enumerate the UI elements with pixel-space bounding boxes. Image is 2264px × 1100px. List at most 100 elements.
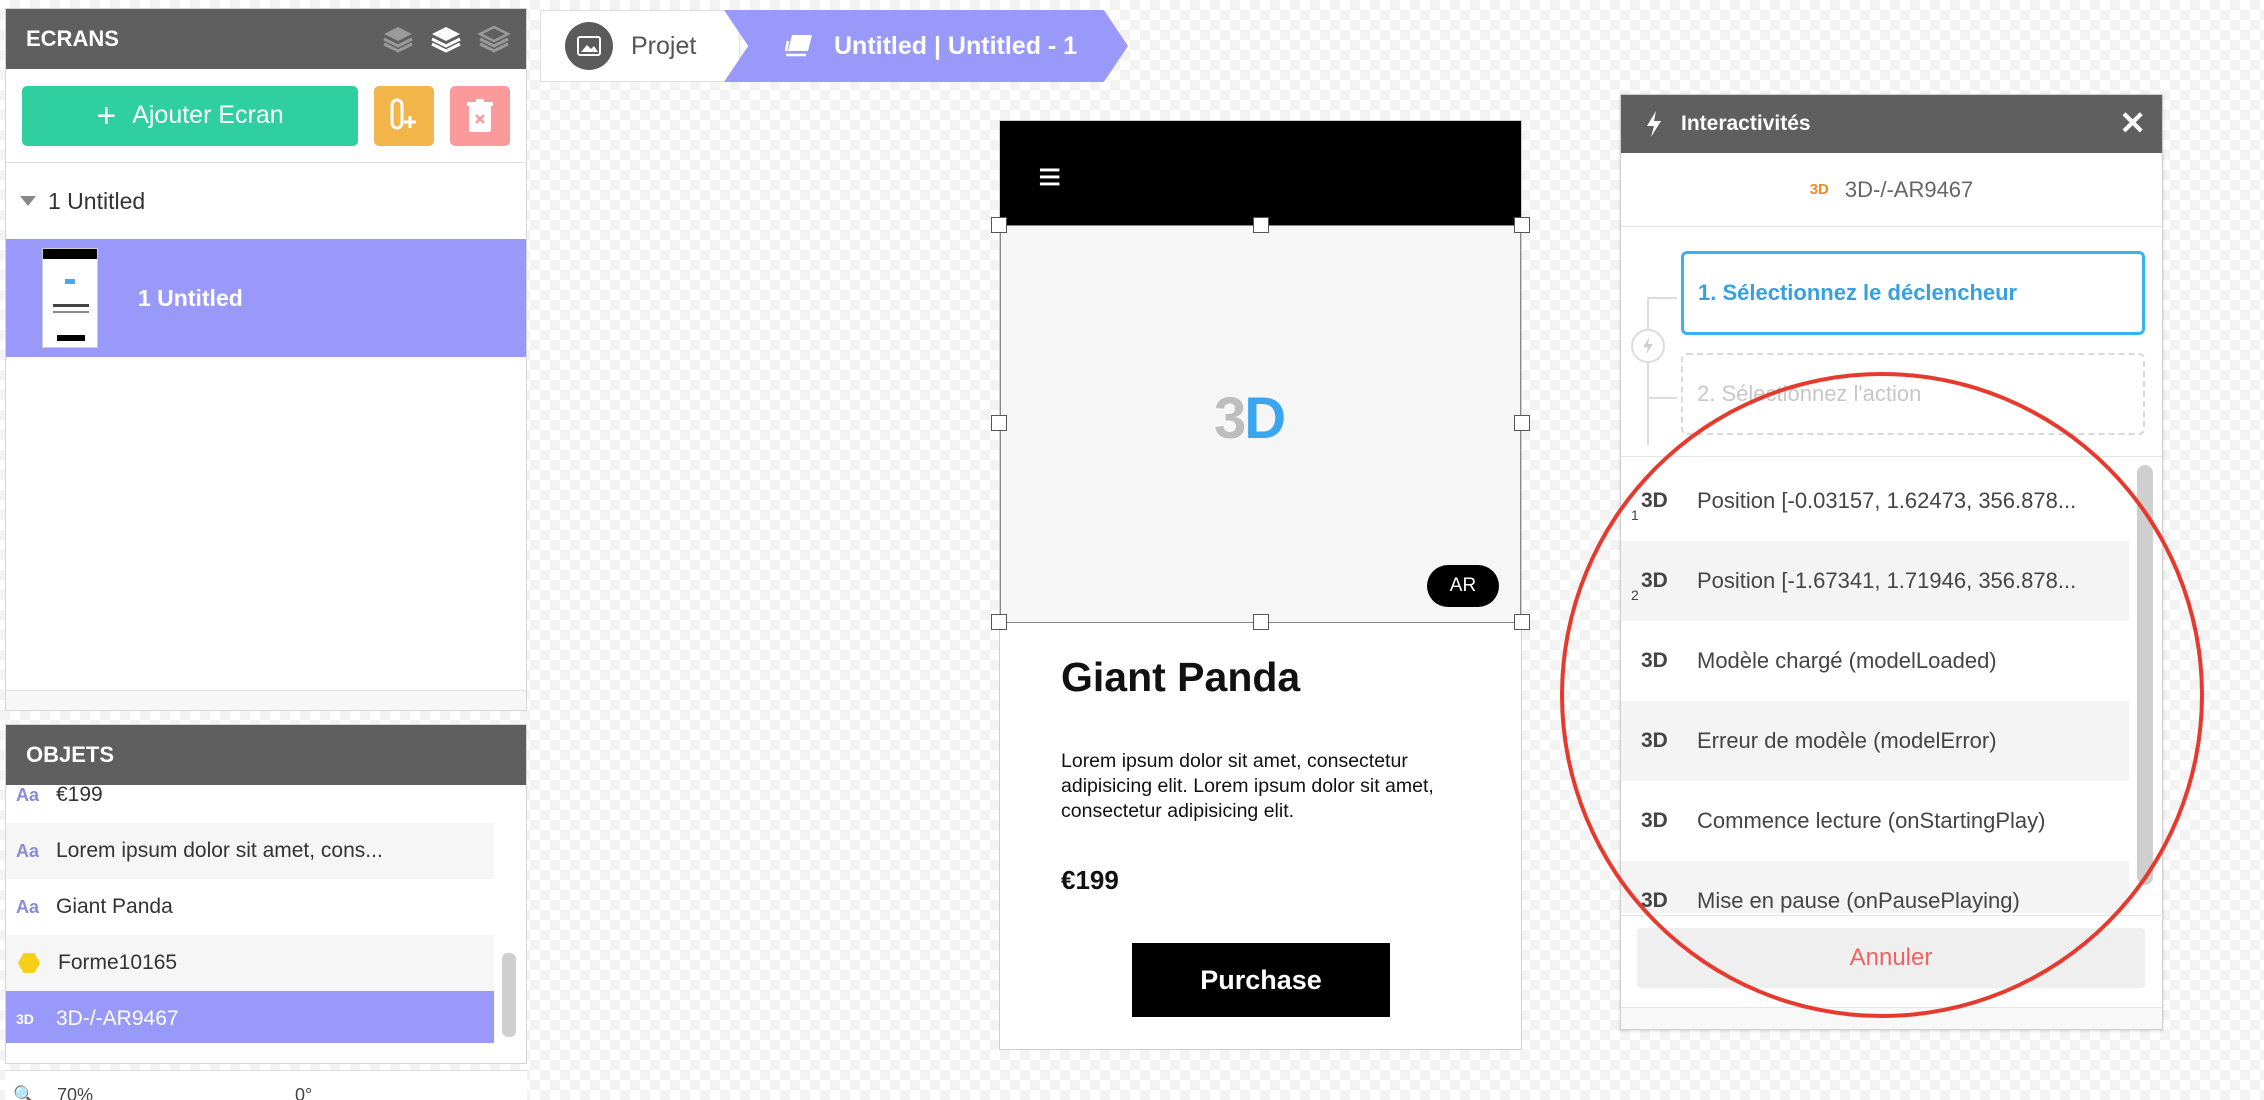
screen-group-label: 1 Untitled [48, 187, 146, 214]
trigger-label: Erreur de modèle (modelError) [1697, 728, 1997, 753]
artboard-header: ≡ [1000, 121, 1521, 225]
object-item[interactable]: Forme10165 [6, 935, 494, 991]
interactions-panel: Interactivités ✕ 3D 3D-/-AR9467 1. Sélec… [1620, 94, 2163, 1030]
layers-alt-icon[interactable] [476, 23, 512, 55]
objects-panel: OBJETS Aa €199 Aa Lorem ipsum dolor sit … [5, 724, 527, 1064]
interactions-title: Interactivités [1681, 112, 1811, 135]
step-connector [1647, 297, 1677, 445]
layers-active-icon[interactable] [428, 23, 464, 55]
screen-group-row[interactable]: 1 Untitled [6, 163, 526, 239]
object-item-label: Lorem ipsum dolor sit amet, cons... [56, 839, 383, 862]
close-icon[interactable]: ✕ [2119, 107, 2146, 139]
plus-icon: + [96, 96, 117, 135]
trash-icon [467, 98, 493, 132]
text-icon: Aa [16, 896, 40, 917]
bottom-toolbar: 🔍 70% 0° [5, 1070, 527, 1100]
resize-handle[interactable] [991, 217, 1007, 233]
screens-panel-footer [6, 690, 526, 710]
lightning-icon [1647, 111, 1661, 137]
zoom-icon[interactable]: 🔍 [13, 1085, 35, 1100]
object-item[interactable]: Aa Lorem ipsum dolor sit amet, cons... [6, 823, 494, 879]
3d-icon: 3D [1641, 489, 1668, 512]
trigger-item[interactable]: 3D Erreur de modèle (modelError) [1621, 701, 2129, 781]
interaction-target: 3D 3D-/-AR9467 [1621, 153, 2162, 227]
object-item-label: 3D-/-AR9467 [56, 1007, 179, 1030]
object-item-label: Giant Panda [56, 895, 173, 918]
select-trigger-step[interactable]: 1. Sélectionnez le déclencheur [1681, 251, 2145, 335]
objects-panel-title: OBJETS [26, 742, 115, 767]
3d-tag-icon: 3D [1809, 181, 1829, 198]
select-action-step[interactable]: 2. Sélectionnez l'action [1681, 353, 2145, 435]
trigger-item[interactable]: 3D 1 Position [-0.03157, 1.62473, 356.87… [1621, 461, 2129, 541]
3d-icon: 3D [1641, 569, 1668, 592]
trigger-list-scrollbar[interactable] [2137, 465, 2153, 885]
add-screen-label: Ajouter Ecran [132, 101, 284, 129]
trigger-item[interactable]: 3D Mise en pause (onPausePlaying) [1621, 861, 2129, 913]
objects-scrollbar[interactable] [502, 953, 516, 1037]
resize-handle[interactable] [991, 614, 1007, 630]
resize-handle[interactable] [991, 415, 1007, 431]
3d-icon: 3D [1641, 729, 1668, 752]
trigger-label: Commence lecture (onStartingPlay) [1697, 808, 2046, 833]
add-screen-button[interactable]: + Ajouter Ecran [22, 85, 358, 146]
object-item-label: Forme10165 [58, 951, 178, 974]
phone-artboard: ≡ 3D AR Giant Panda Lorem ipsum dolor si… [991, 120, 1530, 1050]
purchase-button[interactable]: Purchase [1132, 943, 1390, 1017]
screens-panel-title: ECRANS [26, 26, 119, 51]
shape-icon [18, 953, 40, 973]
trigger-label: Mise en pause (onPausePlaying) [1697, 888, 2020, 913]
breadcrumb-project-label: Projet [631, 31, 697, 60]
interactions-bottom-bar [1621, 1007, 2162, 1029]
product-description[interactable]: Lorem ipsum dolor sit amet, consectetur … [1061, 749, 1471, 824]
rotation-value[interactable]: 0° [295, 1085, 312, 1100]
screen-item-label: 1 Untitled [138, 284, 243, 311]
trigger-list: 3D 1 Position [-0.03157, 1.62473, 356.87… [1621, 461, 2129, 913]
interaction-steps: 1. Sélectionnez le déclencheur 2. Sélect… [1621, 227, 2162, 457]
project-image-icon [565, 22, 613, 70]
layers-icon[interactable] [380, 23, 416, 55]
cancel-button[interactable]: Annuler [1637, 928, 2145, 988]
product-title[interactable]: Giant Panda [1061, 654, 1300, 701]
delete-screen-button[interactable] [450, 85, 510, 146]
trigger-item[interactable]: 3D Modèle chargé (modelLoaded) [1621, 621, 2129, 701]
trigger-item[interactable]: 3D 2 Position [-1.67341, 1.71946, 356.87… [1621, 541, 2129, 621]
objects-list: Aa €199 Aa Lorem ipsum dolor sit amet, c… [6, 785, 494, 1043]
text-icon: Aa [16, 785, 40, 805]
screens-panel-header: ECRANS [6, 9, 526, 69]
3d-logo-icon: 3D [1214, 386, 1286, 451]
trigger-index: 1 [1631, 507, 1639, 523]
object-item[interactable]: Aa Giant Panda [6, 879, 494, 935]
screen-item[interactable]: 1 Untitled [6, 239, 526, 357]
link-add-icon [390, 98, 416, 129]
ar-button[interactable]: AR [1427, 565, 1499, 607]
breadcrumb-current-label: Untitled | Untitled - 1 [834, 31, 1078, 60]
product-price[interactable]: €199 [1061, 865, 1119, 896]
trigger-index: 2 [1631, 587, 1639, 603]
breadcrumb-current[interactable]: Untitled | Untitled - 1 [724, 10, 1128, 82]
interaction-target-label: 3D-/-AR9467 [1844, 176, 1974, 202]
resize-handle[interactable] [1514, 614, 1530, 630]
interactions-header: Interactivités ✕ [1621, 95, 2162, 153]
trigger-item[interactable]: 3D Commence lecture (onStartingPlay) [1621, 781, 2129, 861]
screens-stack-icon [784, 35, 812, 57]
hamburger-menu-icon[interactable]: ≡ [1038, 157, 1061, 197]
link-screen-button[interactable] [374, 85, 434, 146]
interactions-footer: Annuler [1621, 915, 2162, 1011]
3d-icon: 3D [16, 1011, 34, 1027]
object-item-selected[interactable]: 3D 3D-/-AR9467 [6, 991, 494, 1043]
trigger-label: Position [-0.03157, 1.62473, 356.878... [1697, 488, 2077, 513]
resize-handle[interactable] [1514, 217, 1530, 233]
breadcrumb-project[interactable]: Projet [540, 10, 740, 82]
object-item[interactable]: Aa €199 [6, 785, 494, 823]
resize-handle[interactable] [1253, 614, 1269, 630]
resize-handle[interactable] [1514, 415, 1530, 431]
3d-icon: 3D [1641, 809, 1668, 832]
zoom-value[interactable]: 70% [57, 1085, 93, 1100]
text-icon: Aa [16, 840, 40, 861]
3d-model-viewer[interactable]: 3D [1000, 225, 1521, 623]
3d-icon: 3D [1641, 649, 1668, 672]
trigger-bolt-icon [1631, 329, 1665, 363]
screen-thumbnail [42, 248, 98, 348]
resize-handle[interactable] [1253, 217, 1269, 233]
collapse-triangle-icon[interactable] [20, 196, 36, 206]
